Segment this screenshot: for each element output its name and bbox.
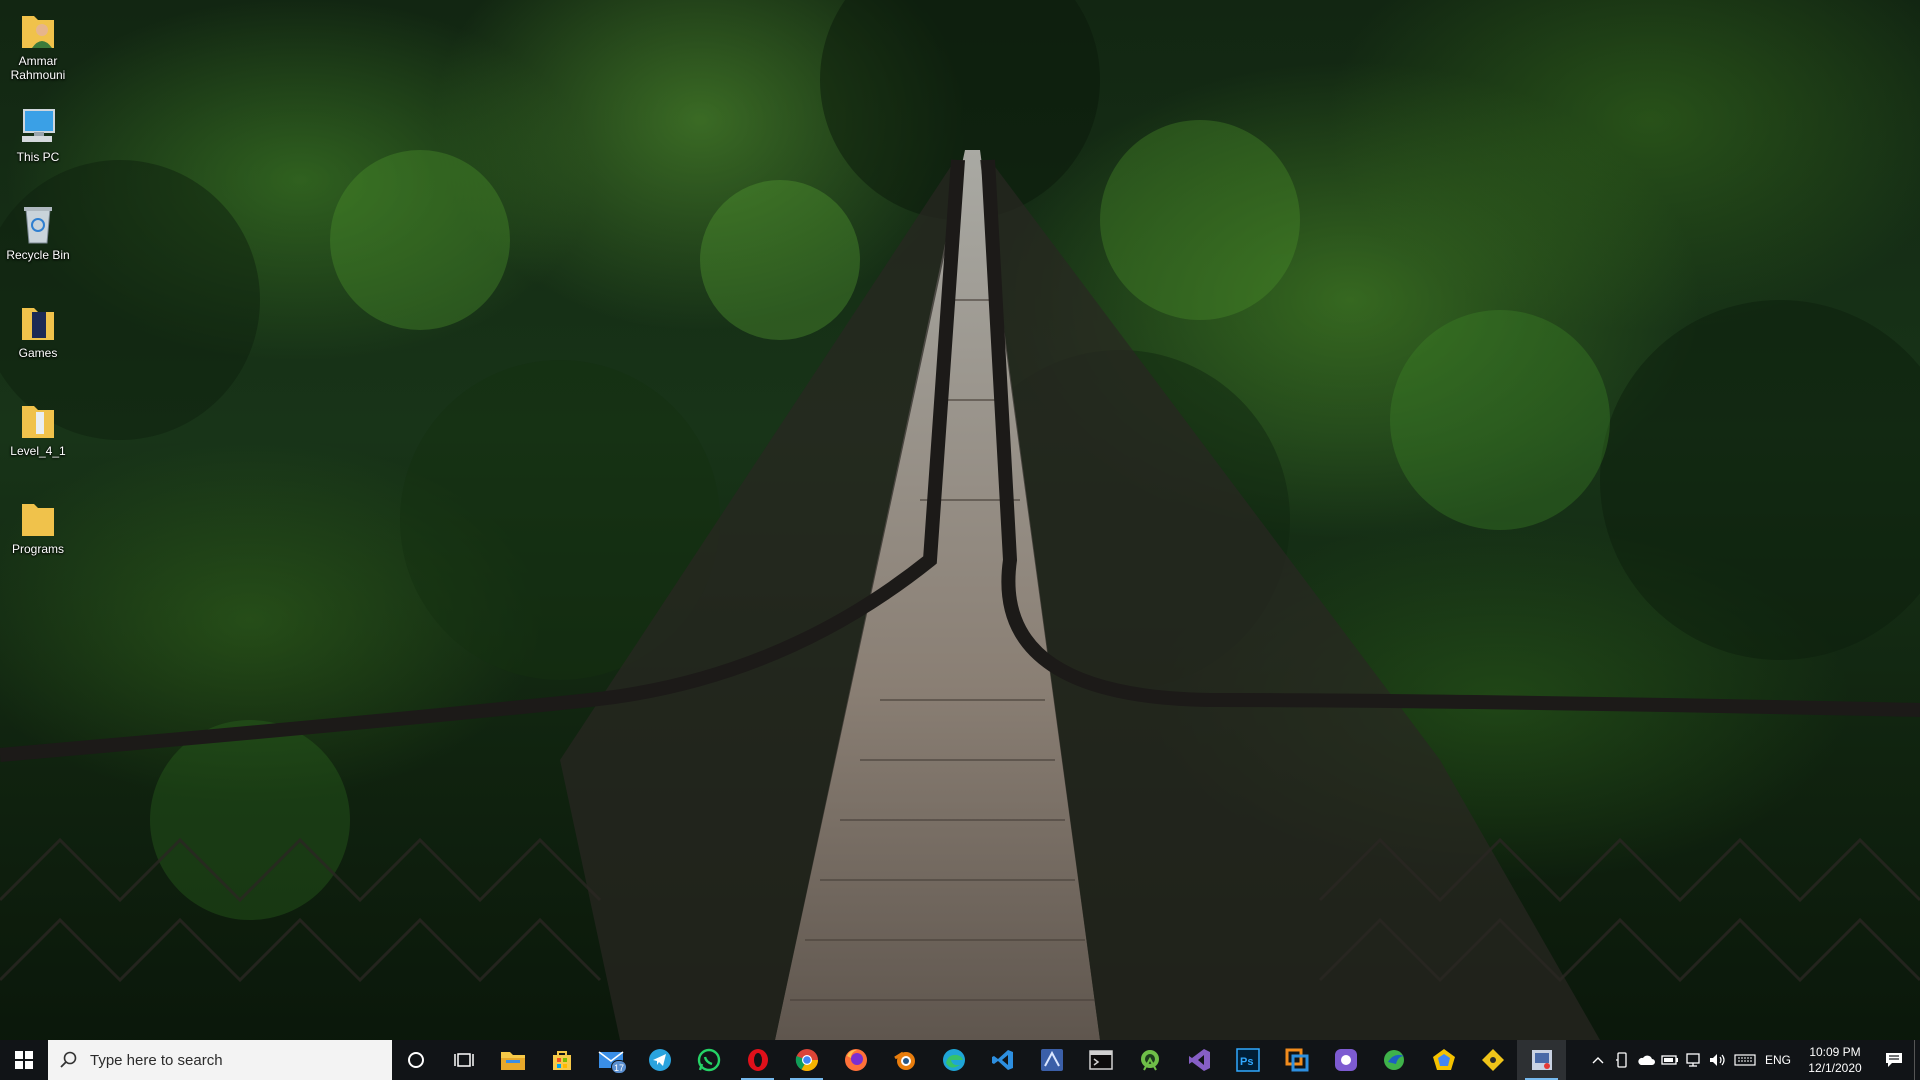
tray-onedrive-button[interactable] [1634, 1040, 1658, 1080]
desktop-icon-games[interactable]: Games [0, 300, 76, 360]
taskbar-app-vscode[interactable] [978, 1040, 1027, 1080]
desktop-icon-label: Games [18, 346, 58, 360]
desktop-icon-this-pc[interactable]: This PC [0, 104, 76, 164]
taskbar-app-purple[interactable] [1321, 1040, 1370, 1080]
task-view-icon [454, 1053, 474, 1067]
taskbar-app-android-studio[interactable] [1125, 1040, 1174, 1080]
app-icon [1481, 1049, 1504, 1071]
opera-icon [747, 1049, 768, 1071]
show-desktop-button[interactable] [1914, 1040, 1920, 1080]
taskbar-app-git[interactable] [1468, 1040, 1517, 1080]
photoshop-icon: Ps [1235, 1048, 1260, 1072]
cloud-icon [1638, 1055, 1655, 1065]
app-icon [1040, 1049, 1063, 1071]
language-indicator[interactable]: ENG [1760, 1053, 1796, 1067]
battery-icon [1661, 1055, 1678, 1065]
tray-device-icon-button[interactable] [1610, 1040, 1634, 1080]
terminal-icon [1088, 1050, 1113, 1070]
taskbar-app-firefox[interactable] [831, 1040, 880, 1080]
search-icon [60, 1051, 77, 1068]
taskbar-app-opera[interactable] [733, 1040, 782, 1080]
taskbar-app-blue-tool[interactable] [1027, 1040, 1076, 1080]
file-explorer-icon [500, 1052, 525, 1070]
desktop-icon-label: Recycle Bin [6, 248, 70, 262]
desktop-icon-label: Ammar Rahmouni [10, 54, 66, 82]
tray-battery-button[interactable] [1658, 1040, 1682, 1080]
app-icon [1531, 1050, 1552, 1070]
app-icon [1383, 1050, 1404, 1070]
folder-icon [18, 496, 58, 540]
cortana-button[interactable] [392, 1040, 440, 1080]
taskbar-app-terminal[interactable] [1076, 1040, 1125, 1080]
action-center-button[interactable] [1874, 1040, 1914, 1080]
taskbar-app-blender[interactable] [880, 1040, 929, 1080]
tray-volume-button[interactable] [1706, 1040, 1730, 1080]
desktop-icon-label: This PC [16, 150, 60, 164]
volume-icon [1710, 1054, 1725, 1066]
user-folder-icon [18, 8, 58, 52]
windows-logo-icon [15, 1051, 33, 1069]
taskbar-app-whatsapp[interactable] [684, 1040, 733, 1080]
tray-keyboard-button[interactable] [1730, 1040, 1760, 1080]
whatsapp-icon [697, 1048, 720, 1072]
clock-time: 10:09 PM [1809, 1045, 1861, 1059]
network-icon [1686, 1053, 1700, 1067]
tray-network-button[interactable] [1682, 1040, 1706, 1080]
desktop-icon-level-4-1[interactable]: Level_4_1 [0, 398, 76, 458]
taskbar-app-photoshop[interactable]: Ps [1223, 1040, 1272, 1080]
visual-studio-icon [1188, 1049, 1210, 1071]
taskbar-app-yellow[interactable] [1419, 1040, 1468, 1080]
store-icon [552, 1051, 571, 1070]
system-tray: ENG 10:09 PM 12/1/2020 [1586, 1040, 1920, 1080]
taskbar-app-telegram[interactable] [635, 1040, 684, 1080]
notification-icon [1886, 1053, 1902, 1067]
desktop-icon-label: Level_4_1 [10, 444, 66, 458]
desktop-wallpaper [0, 0, 1920, 1080]
taskbar-app-green[interactable] [1370, 1040, 1419, 1080]
app-icon [1285, 1048, 1308, 1072]
app-icon [1432, 1049, 1455, 1070]
desktop-icon-user-folder[interactable]: Ammar Rahmouni [0, 8, 76, 82]
show-hidden-icons-button[interactable] [1586, 1040, 1610, 1080]
android-studio-icon [1140, 1050, 1159, 1071]
clock[interactable]: 10:09 PM 12/1/2020 [1796, 1044, 1874, 1076]
taskbar-app-file-explorer[interactable] [488, 1040, 537, 1080]
taskbar-app-active-window[interactable] [1517, 1040, 1566, 1080]
chrome-icon [795, 1049, 818, 1071]
vscode-icon [991, 1050, 1013, 1070]
chevron-up-icon [1592, 1057, 1604, 1064]
task-view-button[interactable] [440, 1040, 488, 1080]
telegram-icon [648, 1049, 671, 1071]
taskbar: Type here to search 17 Ps ENG 10:09 PM 1… [0, 1040, 1920, 1080]
edge-icon [942, 1049, 965, 1071]
blender-icon [893, 1051, 915, 1070]
keyboard-icon [1734, 1054, 1756, 1066]
app-icon [1334, 1049, 1357, 1071]
this-pc-icon [18, 104, 58, 148]
cortana-circle-icon [408, 1052, 424, 1068]
desktop-icon-label: Programs [11, 542, 64, 556]
search-placeholder: Type here to search [90, 1051, 223, 1069]
taskbar-app-edge[interactable] [929, 1040, 978, 1080]
mail-unread-badge: 17 [611, 1060, 627, 1074]
taskbar-app-visual-studio[interactable] [1174, 1040, 1223, 1080]
folder-icon [18, 300, 58, 344]
taskbar-app-chrome[interactable] [782, 1040, 831, 1080]
taskbar-app-orange-blue[interactable] [1272, 1040, 1321, 1080]
device-icon [1616, 1052, 1627, 1068]
svg-text:Ps: Ps [1240, 1056, 1253, 1068]
search-box[interactable]: Type here to search [48, 1040, 392, 1080]
recycle-bin-icon [18, 202, 58, 246]
taskbar-app-mail[interactable]: 17 [586, 1040, 635, 1080]
desktop-icon-programs[interactable]: Programs [0, 496, 76, 556]
clock-date: 12/1/2020 [1808, 1061, 1862, 1075]
start-button[interactable] [0, 1040, 48, 1080]
folder-icon [18, 398, 58, 442]
taskbar-app-store[interactable] [537, 1040, 586, 1080]
desktop-icon-recycle-bin[interactable]: Recycle Bin [0, 202, 76, 262]
firefox-icon [844, 1049, 867, 1071]
